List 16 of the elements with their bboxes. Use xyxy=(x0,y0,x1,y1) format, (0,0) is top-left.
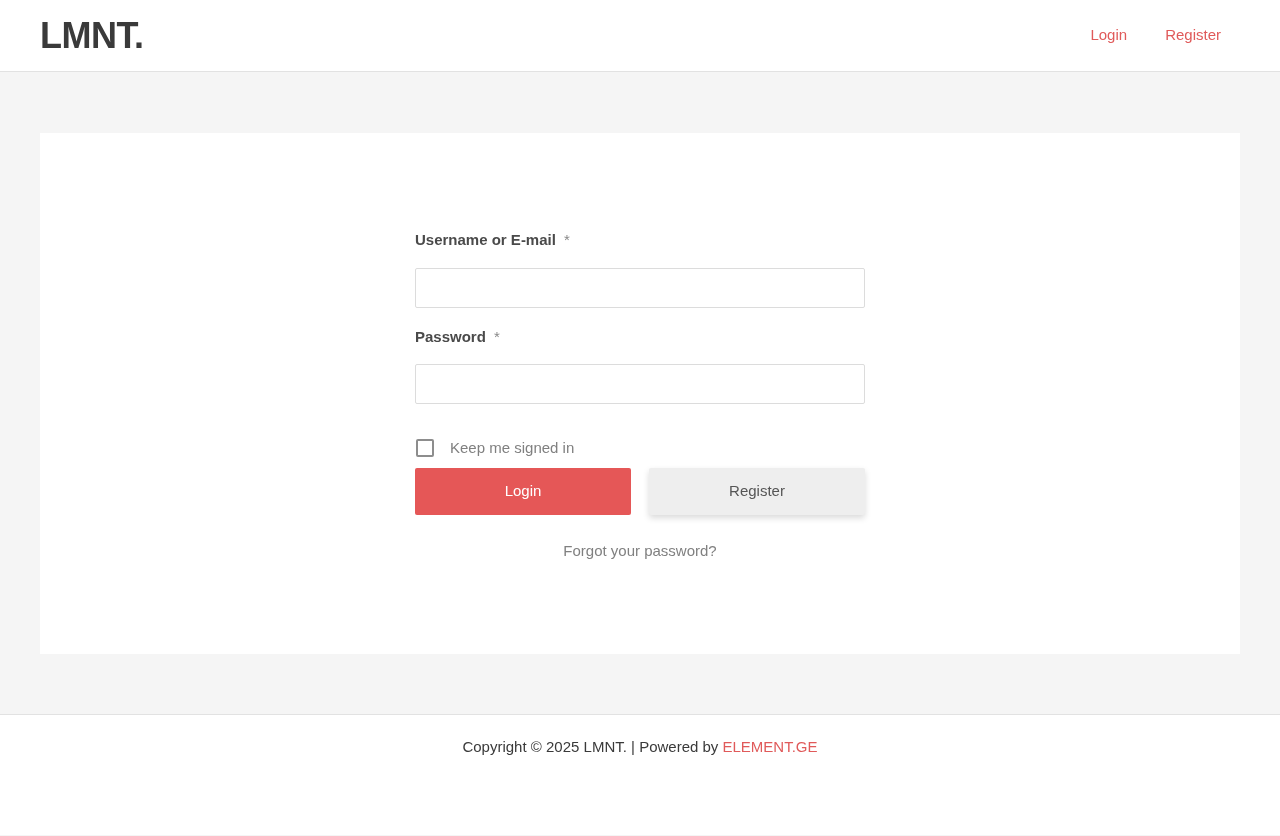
footer-link[interactable]: ELEMENT.GE xyxy=(722,738,818,755)
required-mark: * xyxy=(563,230,570,250)
forgot-password-link[interactable]: Forgot your password? xyxy=(563,541,717,559)
input-field[interactable] xyxy=(415,267,865,308)
copyright-text: Copyright © 2025 LMNT. | Powered by ELEMENT.GE xyxy=(462,737,818,757)
required-mark: * xyxy=(493,326,500,347)
site-logo[interactable]: LMNT. xyxy=(40,17,144,54)
input-field[interactable] xyxy=(415,364,865,404)
nav-link[interactable]: Login xyxy=(1071,24,1147,47)
nav-link[interactable]: Register xyxy=(1146,24,1240,47)
login-button[interactable]: Login xyxy=(415,467,631,515)
register-button[interactable]: Register xyxy=(649,467,865,515)
field-label: Username or E-mail xyxy=(415,230,556,250)
checkbox[interactable] xyxy=(416,439,434,458)
checkbox-label: Keep me signed in xyxy=(450,438,575,458)
field-label: Password xyxy=(415,326,486,347)
